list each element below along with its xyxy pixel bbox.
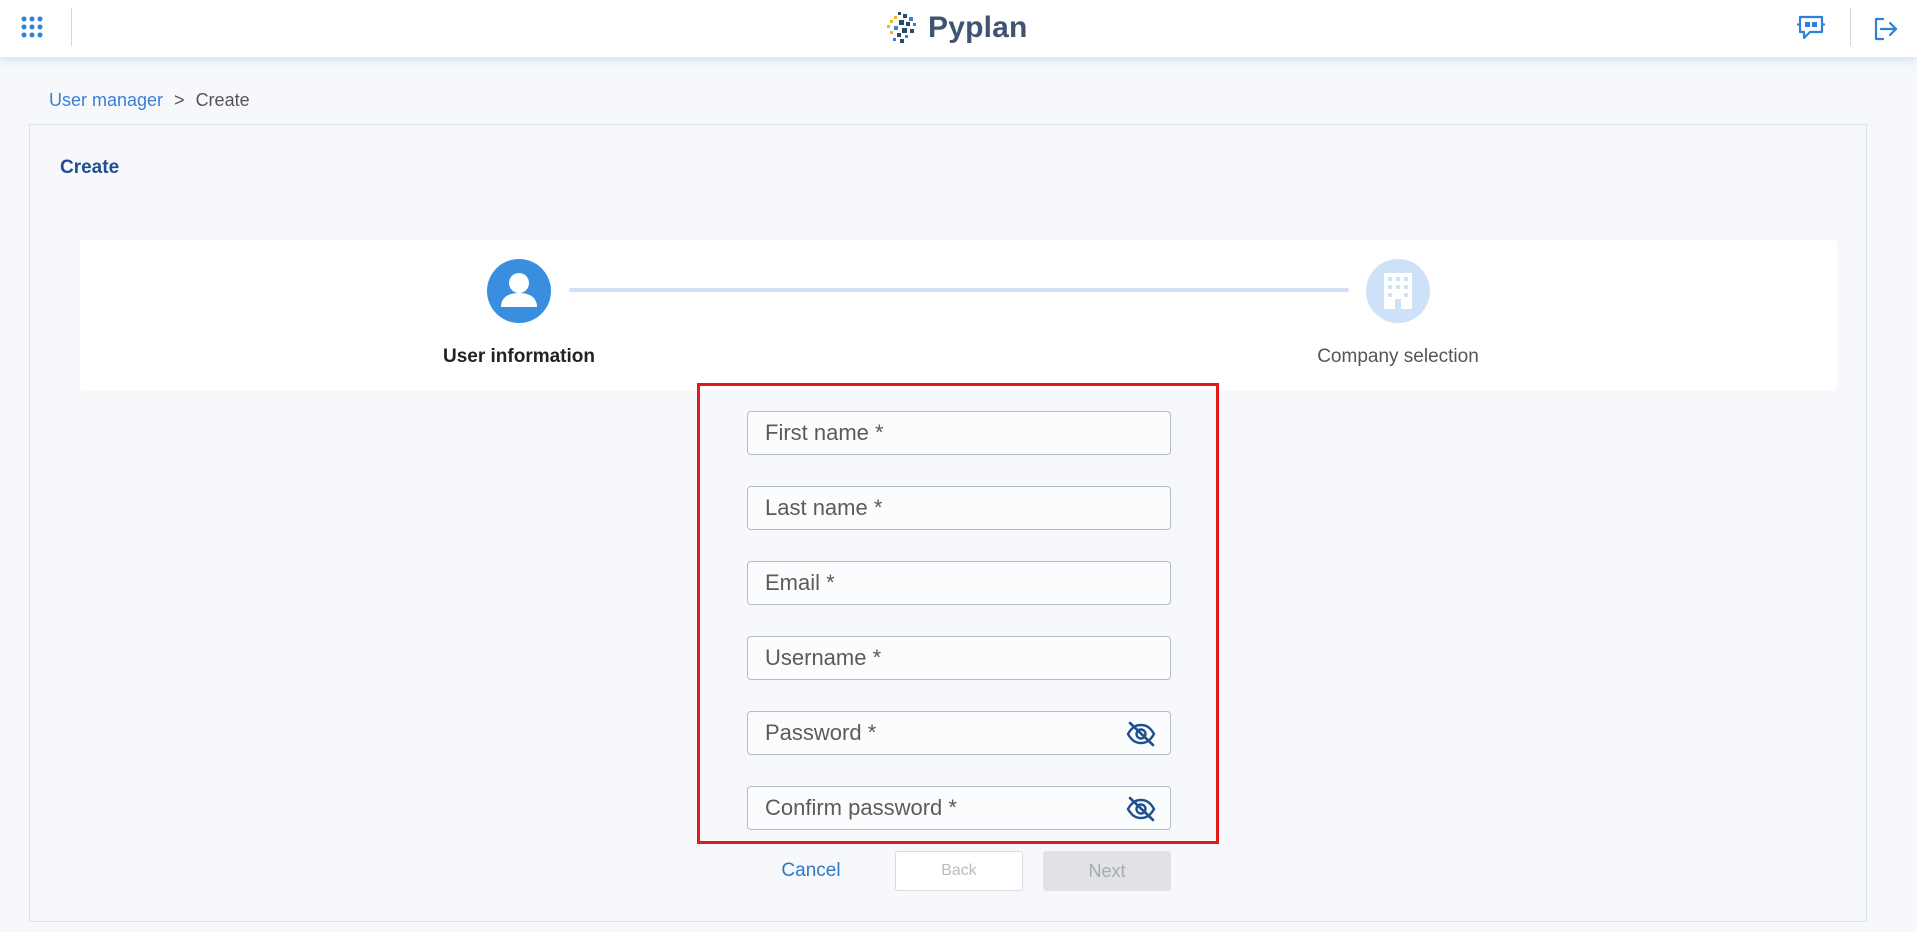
- stepper-card: [80, 240, 1837, 391]
- first-name-input[interactable]: [748, 412, 1125, 454]
- email-input[interactable]: [748, 562, 1125, 604]
- eye-off-icon[interactable]: [1126, 720, 1156, 748]
- chat-bubble-icon[interactable]: [1796, 14, 1826, 42]
- breadcrumb-current: Create: [195, 90, 250, 110]
- username-field[interactable]: [747, 636, 1171, 680]
- first-name-field[interactable]: [747, 411, 1171, 455]
- step-label-user-information: User information: [442, 346, 596, 367]
- password-input[interactable]: [748, 712, 1125, 754]
- username-input[interactable]: [748, 637, 1125, 679]
- breadcrumb: User manager > Create: [49, 90, 250, 111]
- last-name-field[interactable]: [747, 486, 1171, 530]
- last-name-input[interactable]: [748, 487, 1125, 529]
- confirm-password-field[interactable]: [747, 786, 1171, 830]
- cancel-button[interactable]: Cancel: [760, 852, 862, 890]
- back-button[interactable]: Back: [895, 851, 1023, 891]
- building-icon: [1384, 273, 1412, 309]
- pyplan-logo-icon: [887, 12, 916, 43]
- next-button[interactable]: Next: [1043, 851, 1171, 891]
- header-divider-right: [1850, 8, 1851, 46]
- top-bar: Pyplan: [0, 0, 1917, 57]
- page-title: Create: [60, 157, 120, 178]
- breadcrumb-user-manager[interactable]: User manager: [49, 90, 163, 111]
- eye-off-icon[interactable]: [1126, 795, 1156, 823]
- stepper-connector: [569, 288, 1349, 292]
- step-user-information[interactable]: [487, 259, 551, 323]
- header-divider: [71, 8, 72, 46]
- email-field[interactable]: [747, 561, 1171, 605]
- step-company-selection[interactable]: [1366, 259, 1430, 323]
- user-icon: [501, 273, 537, 307]
- grid-dots-icon[interactable]: [20, 15, 44, 39]
- logout-icon[interactable]: [1871, 15, 1899, 43]
- confirm-password-input[interactable]: [748, 787, 1125, 829]
- step-label-company-selection: Company selection: [1317, 346, 1479, 367]
- logo-text: Pyplan: [928, 11, 1028, 44]
- breadcrumb-separator: >: [174, 90, 185, 110]
- app-logo[interactable]: Pyplan: [884, 10, 1028, 46]
- password-field[interactable]: [747, 711, 1171, 755]
